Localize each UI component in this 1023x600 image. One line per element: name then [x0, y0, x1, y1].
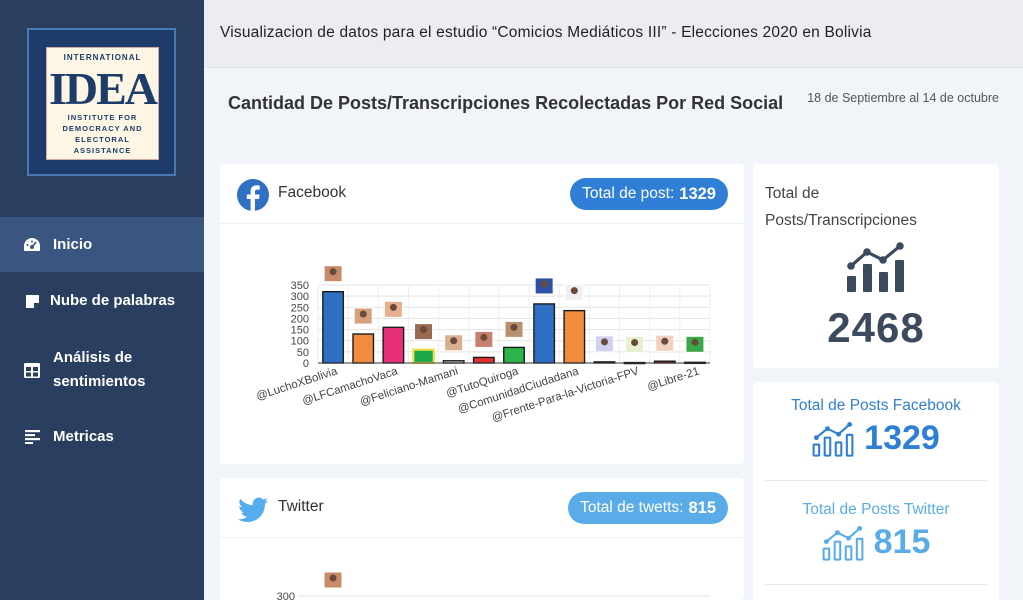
twitter-total-label: Total de Posts Twitter: [802, 501, 950, 518]
sidebar-item-label: Nube de palabras: [50, 292, 176, 309]
chart-line-icon: [847, 242, 904, 292]
twitter-card-header: Twitter Total de twetts: 815: [220, 478, 744, 538]
sidebar-item-label: Metricas: [53, 428, 114, 445]
twitter-total-pill: Total de twetts: 815: [568, 492, 728, 524]
sidebar-item-nube[interactable]: Nube de palabras: [0, 276, 204, 326]
sidebar-item-inicio[interactable]: Inicio: [0, 217, 204, 272]
twitter-total-stat: Total de Posts Twitter 815: [765, 501, 987, 562]
date-range: 18 de Septiembre al 14 de octubre: [807, 91, 999, 105]
facebook-pill-label: Total de post:: [582, 185, 675, 202]
divider: [765, 584, 987, 585]
y-tick-label: 350: [291, 280, 309, 292]
facebook-card-title: Facebook: [278, 184, 347, 201]
twitter-card-title: Twitter: [278, 498, 324, 515]
y-tick-label: 250: [291, 302, 309, 314]
bar: [352, 333, 375, 364]
candidate-avatar: [323, 571, 343, 589]
candidate-avatar: [474, 330, 494, 348]
logo-main-text: IDEA: [48, 63, 158, 114]
sidebar-item-sentimientos[interactable]: Análisis de sentimientos: [0, 344, 204, 396]
candidate-avatar: [534, 277, 554, 295]
align-left-icon: [23, 428, 41, 446]
total-posts-value: 2468: [827, 304, 925, 351]
x-tick-label: @Libre-21: [646, 365, 701, 393]
candidate-avatar: [414, 323, 434, 341]
candidate-avatar: [564, 284, 584, 302]
idea-logo: INTERNATIONAL IDEA INSTITUTE FOR DEMOCRA…: [27, 28, 176, 176]
bar: [563, 309, 586, 364]
y-tick-label: 0: [303, 358, 309, 370]
y-tick-label: 150: [291, 325, 309, 337]
logo-sub-text: INSTITUTE FOR DEMOCRACY AND ELECTORAL AS…: [62, 113, 143, 155]
facebook-card-header: Facebook Total de post: 1329: [220, 164, 744, 224]
sidebar-item-metricas[interactable]: Metricas: [0, 412, 204, 462]
total-posts-card: Total de Posts/Transcripciones 2468: [753, 164, 999, 368]
y-tick-label: 300: [291, 291, 309, 303]
facebook-chart: 050100150200250300350@LuchoXBolivia@LFCa…: [255, 265, 711, 424]
facebook-total-stat: Total de Posts Facebook 1329: [765, 397, 987, 458]
candidate-avatar: [353, 307, 373, 325]
y-tick-label: 100: [291, 336, 309, 348]
y-tick-label: 50: [297, 347, 309, 359]
candidate-avatar: [594, 335, 614, 353]
bar: [472, 356, 495, 364]
idea-logo-inner: INTERNATIONAL IDEA INSTITUTE FOR DEMOCRA…: [46, 47, 159, 160]
header-title: Visualizacion de datos para el estudio “…: [220, 24, 872, 41]
facebook-pill-value: 1329: [679, 184, 716, 203]
y-tick-label: 200: [291, 313, 309, 325]
bar: [412, 348, 435, 365]
twitter-pill-label: Total de twetts:: [580, 499, 684, 516]
candidate-avatar: [625, 336, 645, 354]
logo-top-text: INTERNATIONAL: [63, 53, 142, 62]
twitter-pill-value: 815: [688, 498, 716, 517]
total-posts-label: Total de Posts/Transcripciones: [765, 185, 917, 229]
twitter-icon: [238, 497, 268, 522]
twitter-total-value: 815: [873, 523, 931, 561]
divider: [765, 480, 987, 481]
bar: [322, 290, 345, 364]
bar: [533, 303, 556, 364]
table-icon: [23, 361, 41, 379]
chart-line-icon: [822, 525, 864, 561]
candidate-avatar: [504, 320, 524, 338]
candidate-avatar: [685, 335, 705, 353]
top-bar: Visualizacion de datos para el estudio “…: [204, 0, 1023, 68]
facebook-total-pill: Total de post: 1329: [570, 178, 728, 210]
candidate-avatar: [323, 265, 343, 283]
bar: [382, 326, 405, 364]
sidebar: INTERNATIONAL IDEA INSTITUTE FOR DEMOCRA…: [0, 0, 204, 600]
candidate-avatar: [383, 300, 403, 318]
facebook-icon: [237, 179, 269, 211]
gauge-icon: [23, 236, 41, 254]
candidate-avatar: [655, 334, 675, 352]
facebook-card: Facebook Total de post: 1329 0 50 100 150 20…: [220, 164, 744, 464]
twitter-chart: 300: [277, 571, 710, 600]
facebook-total-value: 1329: [864, 419, 940, 457]
network-totals-card: Total de Posts Facebook 1329 Total de Po…: [753, 382, 999, 600]
sticky-note-icon: [23, 292, 41, 310]
y-tick-label: 300: [277, 591, 295, 600]
chart-line-icon: [812, 421, 854, 457]
twitter-card: Twitter Total de twetts: 815 300: [220, 478, 744, 600]
facebook-total-label: Total de Posts Facebook: [791, 397, 961, 414]
bar: [503, 346, 525, 364]
sidebar-item-label: Inicio: [53, 235, 93, 253]
page-title: Cantidad De Posts/Transcripciones Recole…: [228, 93, 784, 113]
sidebar-item-label: Análisis de sentimientos: [53, 349, 146, 390]
candidate-avatar: [444, 334, 464, 352]
